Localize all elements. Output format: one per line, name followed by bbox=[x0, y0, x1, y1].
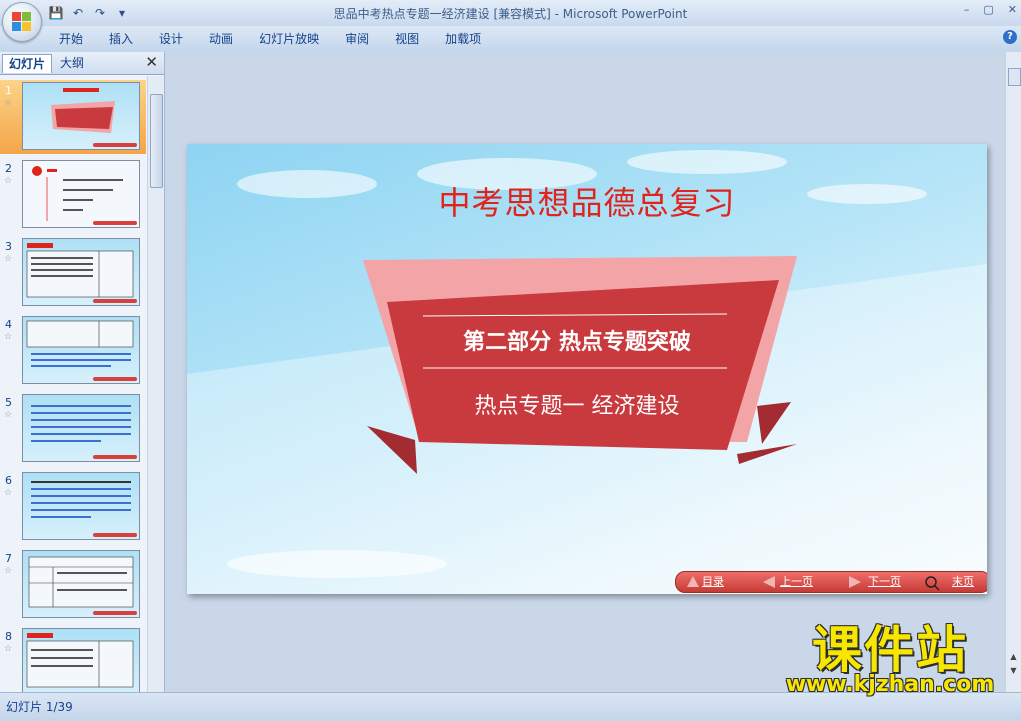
slide-thumbnail[interactable]: 1 ☆ bbox=[0, 80, 146, 154]
prev-page-link[interactable]: 上一页 bbox=[780, 574, 813, 590]
slide-number: 6 bbox=[5, 474, 12, 487]
office-logo-icon bbox=[12, 12, 32, 32]
magnifier-icon bbox=[924, 575, 940, 591]
thumbnail-preview bbox=[22, 394, 140, 462]
thumbnail-preview-art bbox=[26, 243, 137, 303]
thumbnail-preview-art bbox=[32, 166, 137, 225]
minimize-button[interactable]: – bbox=[964, 3, 970, 16]
tab-slideshow[interactable]: 幻灯片放映 bbox=[246, 30, 332, 48]
editor-scrollbar[interactable]: ▲ ▼ bbox=[1005, 52, 1021, 692]
transition-star-icon: ☆ bbox=[4, 410, 13, 420]
thumbnail-preview bbox=[22, 472, 140, 540]
tab-slides[interactable]: 幻灯片 bbox=[2, 54, 53, 73]
ribbon: 开始 插入 设计 动画 幻灯片放映 审阅 视图 加载项 ? bbox=[0, 26, 1021, 53]
next-page-link[interactable]: 下一页 bbox=[868, 574, 901, 590]
window-controls: – ▢ ✕ bbox=[964, 3, 1017, 16]
slide-thumbnail[interactable]: 6 ☆ bbox=[0, 470, 146, 544]
transition-star-icon: ☆ bbox=[4, 488, 13, 498]
tab-insert[interactable]: 插入 bbox=[96, 30, 146, 48]
banner-subheading: 热点专题一 经济建设 bbox=[474, 394, 680, 419]
thumbnail-preview bbox=[22, 316, 140, 384]
slide-position-indicator: 幻灯片 1/39 bbox=[6, 700, 73, 714]
banner-heading: 第二部分 热点专题突破 bbox=[463, 330, 691, 355]
scrollbar-thumb[interactable] bbox=[150, 94, 163, 188]
title-bar: 💾 ↶ ↷ ▾ 思品中考热点专题一经济建设 [兼容模式] - Microsoft… bbox=[0, 0, 1021, 26]
slide-thumbnail[interactable]: 2 ☆ bbox=[0, 158, 146, 232]
thumbnail-scrollbar[interactable] bbox=[147, 76, 164, 692]
thumbnail-preview-art bbox=[31, 481, 137, 537]
prev-arrow-icon bbox=[762, 575, 776, 589]
slide-number: 2 bbox=[5, 162, 12, 175]
tab-design[interactable]: 设计 bbox=[146, 30, 196, 48]
slide-thumbnail[interactable]: 3 ☆ bbox=[0, 236, 146, 310]
transition-star-icon: ☆ bbox=[4, 98, 13, 108]
thumbnail-preview-art bbox=[26, 320, 137, 381]
tab-review[interactable]: 审阅 bbox=[332, 30, 382, 48]
slide-number: 3 bbox=[5, 240, 12, 253]
slide-thumbnail-list: 1 ☆ 2 ☆ 3 ☆ 4 ☆ 5 ☆ 6 ☆ 7 ☆ 8 ☆ bbox=[0, 76, 146, 692]
tab-view[interactable]: 视图 bbox=[382, 30, 432, 48]
transition-star-icon: ☆ bbox=[4, 332, 13, 342]
thumbnail-preview-art bbox=[31, 405, 137, 459]
slides-pane: 幻灯片 大纲 ✕ 1 ☆ 2 ☆ 3 ☆ 4 ☆ 5 ☆ 6 ☆ 7 ☆ 8 ☆ bbox=[0, 52, 165, 692]
thumbnail-preview bbox=[22, 628, 140, 692]
slide-number: 7 bbox=[5, 552, 12, 565]
home-arrow-icon bbox=[686, 575, 700, 589]
thumbnail-preview bbox=[22, 82, 140, 150]
thumbnail-preview bbox=[22, 238, 140, 306]
transition-star-icon: ☆ bbox=[4, 176, 13, 186]
slide-thumbnail[interactable]: 5 ☆ bbox=[0, 392, 146, 466]
help-icon[interactable]: ? bbox=[1003, 30, 1017, 44]
slide-thumbnail[interactable]: 8 ☆ bbox=[0, 626, 146, 692]
tab-outline[interactable]: 大纲 bbox=[54, 54, 90, 72]
thumbnail-preview bbox=[22, 550, 140, 618]
pane-tabs: 幻灯片 大纲 ✕ bbox=[0, 52, 164, 75]
thumbnail-preview-art bbox=[51, 88, 137, 147]
slide-thumbnail[interactable]: 7 ☆ bbox=[0, 548, 146, 622]
next-arrow-icon bbox=[848, 575, 862, 589]
office-button[interactable] bbox=[2, 2, 42, 42]
slide-navigation-bar: 目录 上一页 下一页 末页 bbox=[675, 571, 987, 593]
toc-link[interactable]: 目录 bbox=[702, 574, 724, 590]
thumbnail-preview-art bbox=[28, 556, 137, 615]
slide-number: 8 bbox=[5, 630, 12, 643]
maximize-button[interactable]: ▢ bbox=[983, 3, 993, 16]
tab-animations[interactable]: 动画 bbox=[196, 30, 246, 48]
slide-number: 1 bbox=[5, 84, 12, 97]
watermark-logo: 课件站 www.kjzhan.com bbox=[770, 610, 1010, 700]
thumbnail-preview-art bbox=[26, 633, 134, 688]
slide-thumbnail[interactable]: 4 ☆ bbox=[0, 314, 146, 388]
last-page-link[interactable]: 末页 bbox=[952, 574, 974, 590]
slide-number: 4 bbox=[5, 318, 12, 331]
transition-star-icon: ☆ bbox=[4, 566, 13, 576]
window-title: 思品中考热点专题一经济建设 [兼容模式] - Microsoft PowerPo… bbox=[333, 7, 688, 21]
close-pane-icon[interactable]: ✕ bbox=[145, 53, 158, 71]
transition-star-icon: ☆ bbox=[4, 254, 13, 264]
ribbon-tabs: 开始 插入 设计 动画 幻灯片放映 审阅 视图 加载项 bbox=[46, 30, 494, 48]
tab-home[interactable]: 开始 bbox=[46, 30, 96, 48]
current-slide[interactable]: 中考思想品德总复习 第二部分 热点专题突破 热点专题一 经济建设 目录 上一页 … bbox=[187, 144, 987, 594]
thumbnail-preview bbox=[22, 160, 140, 228]
watermark-url: www.kjzhan.com bbox=[785, 672, 995, 697]
transition-star-icon: ☆ bbox=[4, 644, 13, 654]
slide-title: 中考思想品德总复习 bbox=[438, 184, 736, 222]
close-button[interactable]: ✕ bbox=[1008, 3, 1017, 16]
scroll-up-arrow[interactable] bbox=[1008, 68, 1021, 86]
slide-number: 5 bbox=[5, 396, 12, 409]
tab-addins[interactable]: 加载项 bbox=[432, 30, 494, 48]
